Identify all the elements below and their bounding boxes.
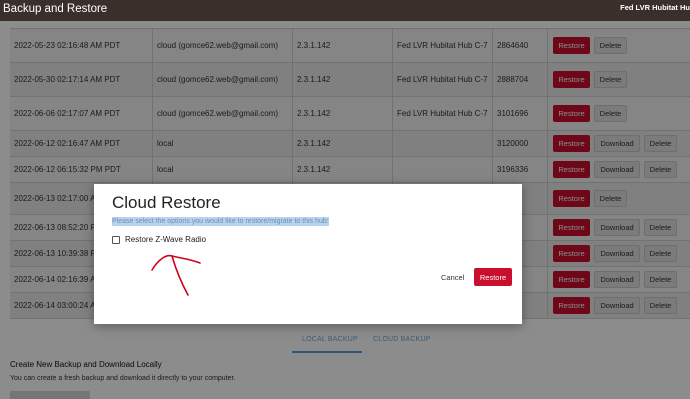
restore-zwave-label: Restore Z-Wave Radio	[125, 235, 207, 244]
dialog-instructions: Please select the options you would like…	[112, 217, 329, 226]
app-header: Backup and Restore Fed LVR Hubitat Hu	[0, 0, 690, 21]
red-arrow-annotation	[151, 254, 201, 296]
page-title: Backup and Restore	[3, 3, 108, 15]
cancel-button[interactable]: Cancel	[441, 273, 464, 282]
hub-name: Fed LVR Hubitat Hu	[620, 3, 690, 12]
confirm-restore-button[interactable]: Restore	[474, 268, 512, 286]
dialog-title: Cloud Restore	[112, 193, 221, 212]
restore-zwave-option[interactable]: Restore Z-Wave Radio	[112, 235, 206, 244]
restore-zwave-checkbox[interactable]	[112, 235, 120, 244]
